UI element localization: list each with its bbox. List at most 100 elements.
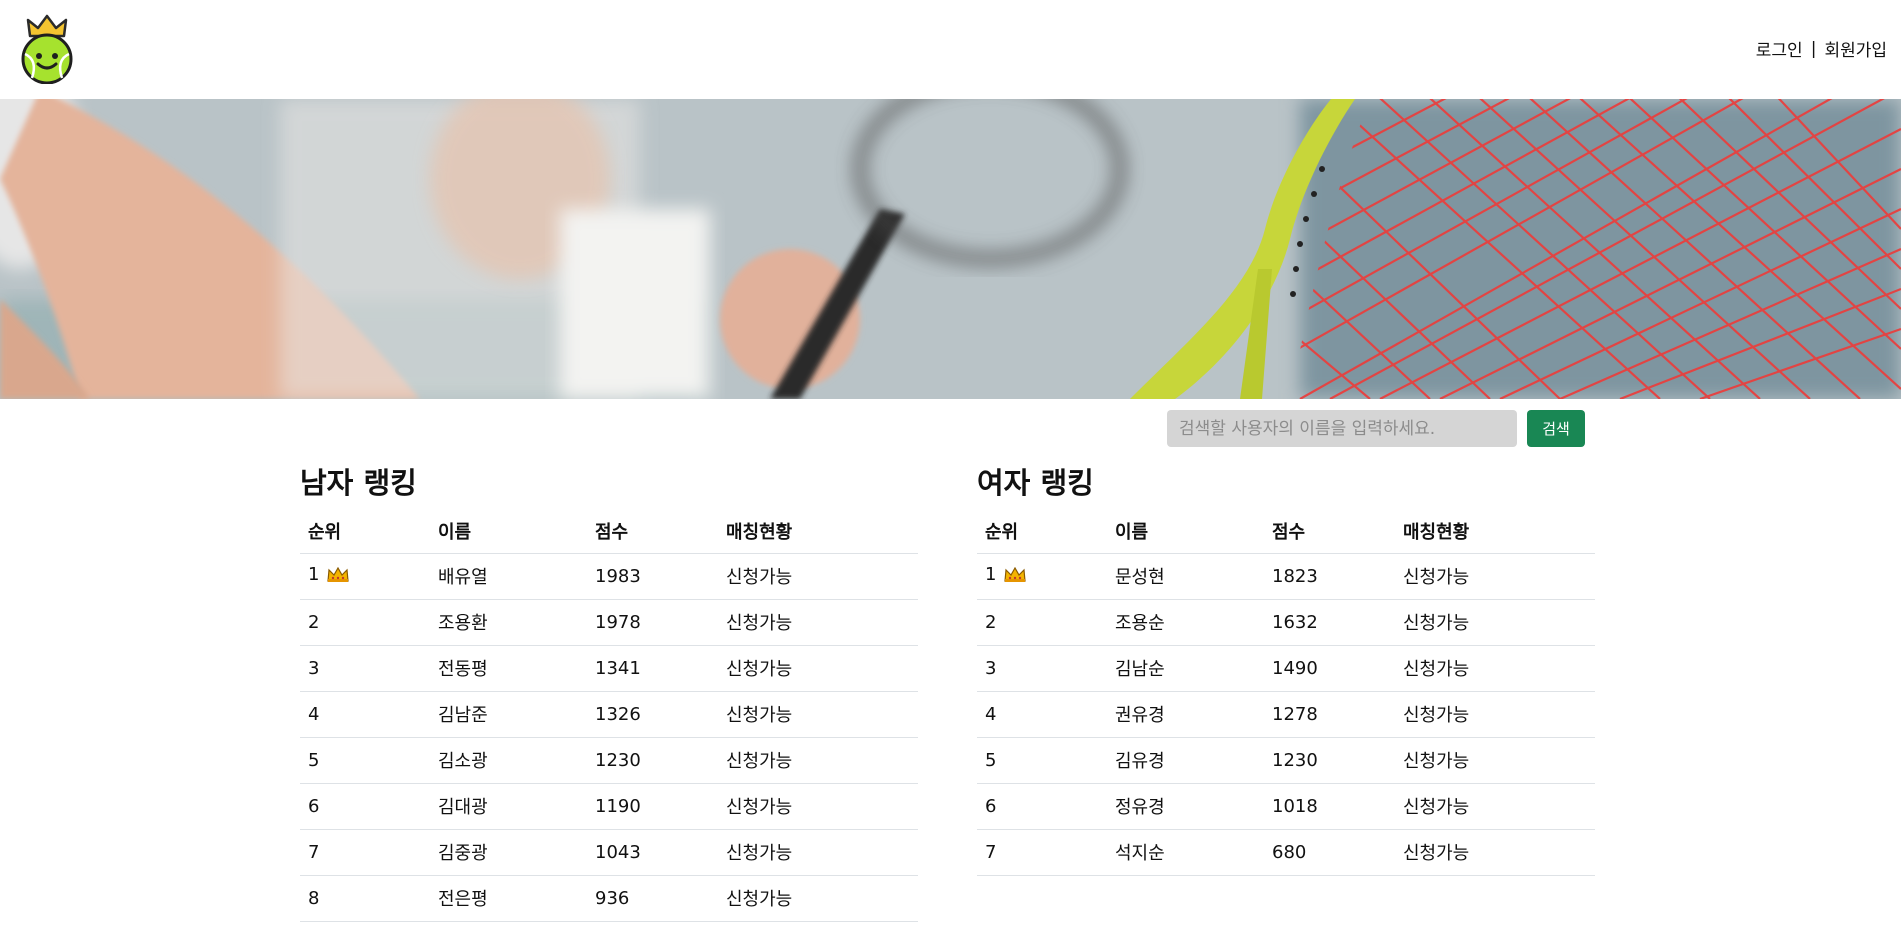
score-cell: 1018 — [1264, 783, 1395, 830]
name-cell: 김소광 — [430, 737, 587, 784]
score-cell: 680 — [1264, 829, 1395, 876]
score-cell: 1983 — [587, 553, 718, 600]
name-cell: 석지순 — [1107, 829, 1264, 876]
column-header-score: 점수 — [1264, 509, 1395, 554]
table-header-row: 순위 이름 점수 매칭현황 — [977, 509, 1595, 554]
men-ranking-section: 남자 랭킹 순위 이름 점수 매칭현황 1 배유열 1983 신청가능 2 조용… — [300, 462, 918, 922]
name-cell: 전동평 — [430, 645, 587, 692]
rank-cell: 4 — [300, 691, 430, 738]
top-header: 로그인 | 회원가입 — [0, 0, 1901, 99]
table-row[interactable]: 8 전은평 936 신청가능 — [300, 875, 918, 922]
status-cell[interactable]: 신청가능 — [1395, 553, 1595, 600]
table-header-row: 순위 이름 점수 매칭현황 — [300, 509, 918, 554]
column-header-status: 매칭현황 — [718, 509, 918, 554]
hero-banner-image — [0, 99, 1901, 399]
rank-cell: 6 — [977, 783, 1107, 830]
women-ranking-table: 순위 이름 점수 매칭현황 1 문성현 1823 신청가능 2 조용순 1632… — [977, 509, 1595, 876]
men-ranking-table: 순위 이름 점수 매칭현황 1 배유열 1983 신청가능 2 조용환 1978… — [300, 509, 918, 922]
rank-cell: 2 — [977, 599, 1107, 646]
column-header-rank: 순위 — [977, 509, 1107, 554]
name-cell: 김남준 — [430, 691, 587, 738]
column-header-name: 이름 — [1107, 509, 1264, 554]
name-cell: 조용환 — [430, 599, 587, 646]
status-cell[interactable]: 신청가능 — [718, 553, 918, 600]
status-cell[interactable]: 신청가능 — [718, 783, 918, 830]
rank-cell: 3 — [300, 645, 430, 692]
status-cell[interactable]: 신청가능 — [1395, 737, 1595, 784]
tennis-ball-logo-icon[interactable] — [16, 14, 78, 85]
name-cell: 배유열 — [430, 553, 587, 600]
rank-cell: 7 — [300, 829, 430, 876]
column-header-name: 이름 — [430, 509, 587, 554]
table-row[interactable]: 4 김남준 1326 신청가능 — [300, 691, 918, 738]
user-search-input[interactable] — [1167, 410, 1517, 447]
status-cell[interactable]: 신청가능 — [718, 599, 918, 646]
column-header-status: 매칭현황 — [1395, 509, 1595, 554]
name-cell: 문성현 — [1107, 553, 1264, 600]
status-cell[interactable]: 신청가능 — [718, 875, 918, 922]
table-row[interactable]: 1 문성현 1823 신청가능 — [977, 553, 1595, 600]
column-header-rank: 순위 — [300, 509, 430, 554]
table-row[interactable]: 3 김남순 1490 신청가능 — [977, 645, 1595, 692]
table-row[interactable]: 3 전동평 1341 신청가능 — [300, 645, 918, 692]
rank-cell: 6 — [300, 783, 430, 830]
score-cell: 1490 — [1264, 645, 1395, 692]
score-cell: 1341 — [587, 645, 718, 692]
status-cell[interactable]: 신청가능 — [1395, 645, 1595, 692]
table-row[interactable]: 4 권유경 1278 신청가능 — [977, 691, 1595, 738]
men-ranking-title: 남자 랭킹 — [300, 466, 417, 500]
crown-icon — [1004, 566, 1027, 588]
name-cell: 김유경 — [1107, 737, 1264, 784]
score-cell: 1278 — [1264, 691, 1395, 738]
score-cell: 936 — [587, 875, 718, 922]
rank-cell: 1 — [300, 553, 430, 600]
search-button[interactable]: 검색 — [1527, 410, 1585, 447]
signup-link[interactable]: 회원가입 — [1824, 36, 1887, 61]
women-ranking-section: 여자 랭킹 순위 이름 점수 매칭현황 1 문성현 1823 신청가능 2 조용… — [977, 462, 1595, 876]
name-cell: 전은평 — [430, 875, 587, 922]
status-cell[interactable]: 신청가능 — [1395, 829, 1595, 876]
women-ranking-title: 여자 랭킹 — [977, 466, 1094, 500]
score-cell: 1230 — [587, 737, 718, 784]
status-cell[interactable]: 신청가능 — [1395, 691, 1595, 738]
score-cell: 1326 — [587, 691, 718, 738]
column-header-score: 점수 — [587, 509, 718, 554]
status-cell[interactable]: 신청가능 — [718, 645, 918, 692]
table-row[interactable]: 5 김소광 1230 신청가능 — [300, 737, 918, 784]
name-cell: 김남순 — [1107, 645, 1264, 692]
name-cell: 정유경 — [1107, 783, 1264, 830]
score-cell: 1632 — [1264, 599, 1395, 646]
score-cell: 1823 — [1264, 553, 1395, 600]
rank-cell: 5 — [300, 737, 430, 784]
score-cell: 1043 — [587, 829, 718, 876]
table-row[interactable]: 2 조용순 1632 신청가능 — [977, 599, 1595, 646]
table-row[interactable]: 1 배유열 1983 신청가능 — [300, 553, 918, 600]
table-row[interactable]: 7 김중광 1043 신청가능 — [300, 829, 918, 876]
status-cell[interactable]: 신청가능 — [718, 829, 918, 876]
table-row[interactable]: 7 석지순 680 신청가능 — [977, 829, 1595, 876]
table-row[interactable]: 2 조용환 1978 신청가능 — [300, 599, 918, 646]
rank-cell: 2 — [300, 599, 430, 646]
auth-links: 로그인 | 회원가입 — [1756, 36, 1887, 62]
login-link[interactable]: 로그인 — [1756, 36, 1803, 61]
rank-value: 1 — [985, 564, 997, 585]
rank-cell: 8 — [300, 875, 430, 922]
score-cell: 1190 — [587, 783, 718, 830]
name-cell: 김중광 — [430, 829, 587, 876]
rank-cell: 1 — [977, 553, 1107, 600]
auth-separator: | — [1810, 38, 1817, 59]
status-cell[interactable]: 신청가능 — [1395, 599, 1595, 646]
name-cell: 조용순 — [1107, 599, 1264, 646]
table-row[interactable]: 5 김유경 1230 신청가능 — [977, 737, 1595, 784]
score-cell: 1978 — [587, 599, 718, 646]
status-cell[interactable]: 신청가능 — [1395, 783, 1595, 830]
rank-cell: 3 — [977, 645, 1107, 692]
status-cell[interactable]: 신청가능 — [718, 737, 918, 784]
status-cell[interactable]: 신청가능 — [718, 691, 918, 738]
rank-cell: 7 — [977, 829, 1107, 876]
user-search-bar: 검색 — [1167, 410, 1585, 447]
name-cell: 권유경 — [1107, 691, 1264, 738]
table-row[interactable]: 6 정유경 1018 신청가능 — [977, 783, 1595, 830]
table-row[interactable]: 6 김대광 1190 신청가능 — [300, 783, 918, 830]
crown-icon — [327, 566, 350, 588]
